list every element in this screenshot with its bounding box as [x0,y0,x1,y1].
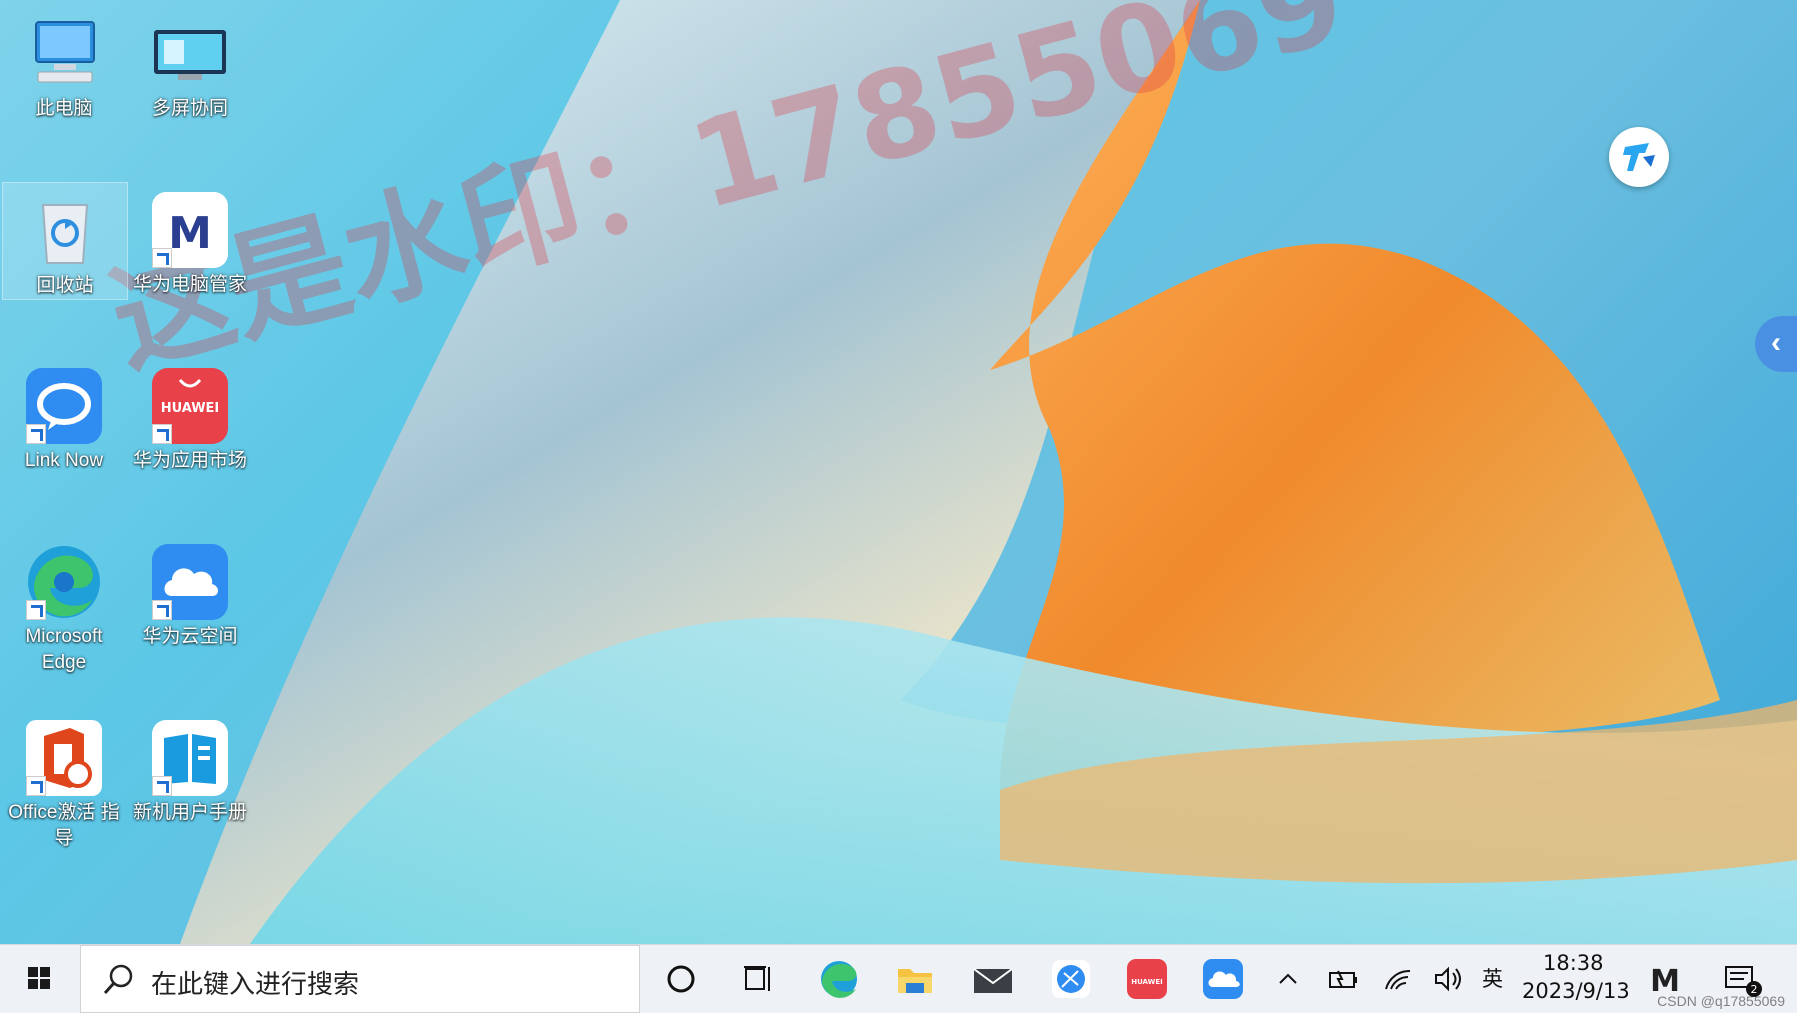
multi-screen-icon [150,14,230,94]
taskbar-mail[interactable] [970,957,1016,1001]
start-button[interactable] [14,961,66,997]
desktop-icon-label: Office激活 指导 [8,802,120,849]
csdn-watermark: CSDN @q17855069 [1657,993,1785,1009]
desktop-icon-recycle-bin[interactable]: 回收站 [2,182,128,300]
wallpaper [180,0,1797,944]
desktop-icon-label: 华为云空间 [142,626,238,647]
shortcut-arrow-icon [152,600,172,620]
computer-icon [24,14,104,94]
clock-date[interactable]: 2023/9/13 [1522,979,1630,1003]
recycle-bin-icon [25,191,105,271]
desktop-icon-label: Microsoft Edge [25,626,103,673]
shortcut-arrow-icon [152,424,172,444]
task-view-button[interactable] [736,957,782,1001]
search-icon [101,962,137,998]
taskbar-search-box[interactable]: 在此键入进行搜索 [80,945,640,1013]
desktop-icon-this-pc[interactable]: 此电脑 [2,6,126,122]
show-hidden-icons-button[interactable] [1268,957,1308,1001]
office-icon [24,718,104,798]
desktop-icon-label: 华为电脑管家 [132,274,247,295]
desktop-icon-label: 华为应用市场 [132,450,247,471]
desktop-icon-user-manual[interactable]: 新机用户手册 [128,710,252,826]
shortcut-arrow-icon [26,776,46,796]
desktop-icon-multi-screen[interactable]: 多屏协同 [128,6,252,122]
clock-time[interactable]: 18:38 [1543,951,1604,975]
windows-logo-icon [28,967,50,989]
desktop-icon-link-now[interactable]: Link Now [2,358,126,474]
chevron-up-icon [1279,973,1297,984]
taskbar: 在此键入进行搜索 HUAWEI 英 18:38 2023/9/13 M 2 CS… [0,944,1797,1013]
volume-button[interactable] [1428,957,1468,1001]
appgallery-icon: HUAWEI [1127,959,1167,999]
shortcut-arrow-icon [152,776,172,796]
shortcut-arrow-icon [26,424,46,444]
wifi-icon [1385,969,1411,990]
pc-manager-icon: M [150,190,230,270]
task-view-icon [744,966,770,991]
taskbar-appgallery[interactable]: HUAWEI [1124,957,1170,1001]
edge-icon [24,542,104,622]
taskbar-edge[interactable] [816,957,862,1001]
desktop-icon-huawei-cloud[interactable]: 华为云空间 [128,534,252,650]
link-now-icon [24,366,104,446]
edge-icon [821,961,857,998]
file-explorer-icon [898,969,932,993]
volume-icon [1435,966,1461,992]
browser-icon [1052,960,1090,998]
taskbar-browser[interactable] [1048,957,1094,1001]
appgallery-icon: HUAWEI [150,366,230,446]
cloud-icon [1203,959,1243,999]
battery-icon [1329,970,1357,988]
floating-assistant-button[interactable] [1609,127,1669,187]
cortana-icon [667,965,695,993]
chevron-left-icon: ‹ [1771,326,1781,359]
desktop-icon-label: Link Now [24,450,104,471]
appgallery-badge: HUAWEI [1131,978,1163,986]
battery-button[interactable] [1322,957,1362,1001]
cloud-icon [150,542,230,622]
desktop-icon-label: 回收站 [36,275,94,296]
shortcut-arrow-icon [26,600,46,620]
desktop-icon-office-activation[interactable]: Office激活 指导 [2,710,126,852]
input-method-indicator[interactable]: 英 [1482,963,1503,993]
cortana-button[interactable] [658,957,704,1001]
desktop: 这是水印：17855069 此电脑 多屏协同 回收站 M 华为电脑管家 Link… [0,0,1797,944]
svg-text:HUAWEI: HUAWEI [161,401,220,416]
taskbar-file-explorer[interactable] [892,957,938,1001]
desktop-icon-appgallery[interactable]: HUAWEI 华为应用市场 [128,358,252,474]
taskbar-huawei-cloud[interactable] [1200,957,1246,1001]
assistant-icon [1623,143,1655,171]
desktop-icon-edge[interactable]: Microsoft Edge [2,534,126,676]
desktop-icon-label: 此电脑 [35,98,93,119]
mail-icon [973,968,1013,993]
desktop-icon-label: 新机用户手册 [132,802,247,823]
wifi-button[interactable] [1378,957,1418,1001]
desktop-icon-pc-manager[interactable]: M 华为电脑管家 [128,182,252,298]
desktop-icon-label: 多屏协同 [151,98,228,119]
search-placeholder: 在此键入进行搜索 [151,970,360,1000]
shortcut-arrow-icon [152,248,172,268]
manual-icon [150,718,230,798]
svg-text:M: M [168,208,212,259]
